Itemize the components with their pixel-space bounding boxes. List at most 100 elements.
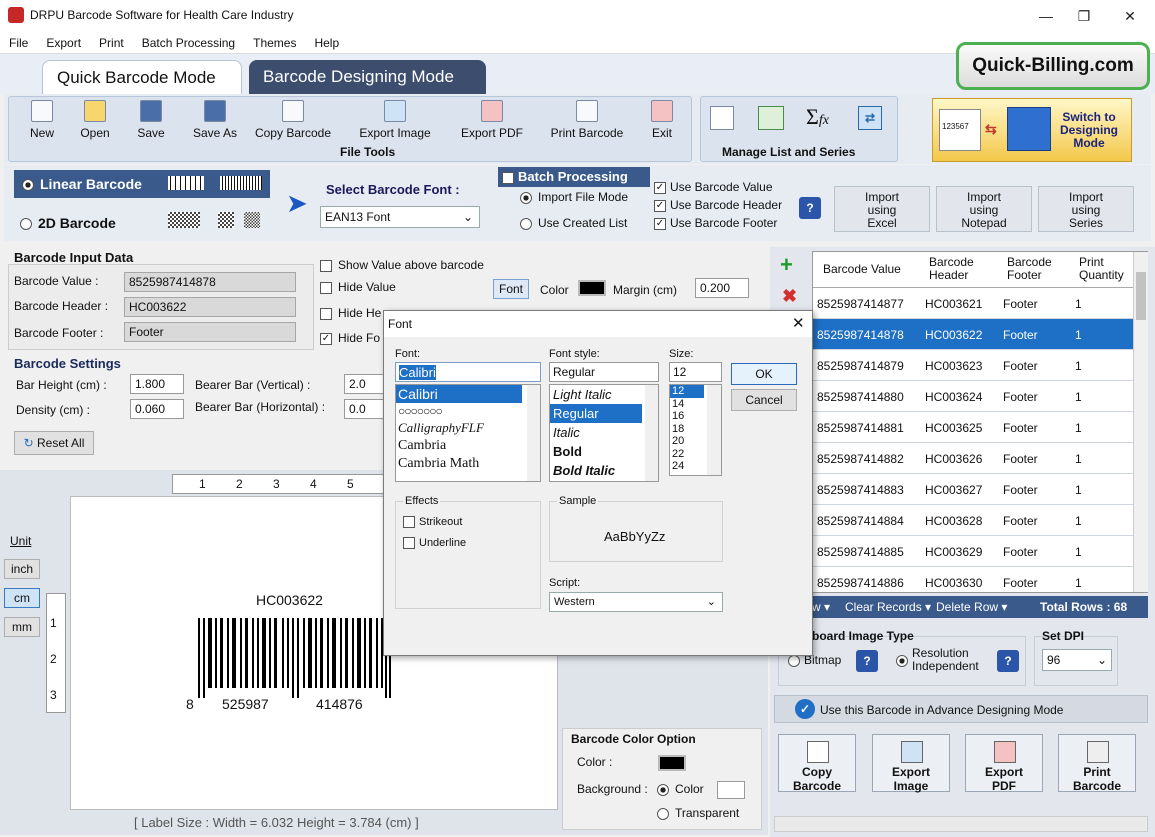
font-list-item[interactable]: Calibri	[396, 385, 522, 403]
table-row[interactable]: 8525987414883 HC003627 Footer 1	[813, 474, 1133, 505]
density-input[interactable]: 0.060	[130, 399, 184, 419]
use-created-radio[interactable]	[520, 217, 532, 230]
reset-all-button[interactable]: ↻ Reset All	[14, 431, 94, 455]
use-created-list-option[interactable]: Use Created List	[520, 216, 627, 230]
resolution-help-icon[interactable]: ?	[997, 650, 1019, 672]
size-list[interactable]: 12 14 16 18 20 22 24	[669, 384, 722, 476]
table-cell[interactable]: HC003625	[925, 421, 982, 435]
export-image-action[interactable]: Export Image	[872, 734, 950, 793]
table-cell[interactable]: Footer	[1003, 359, 1038, 373]
import-file-radio[interactable]	[520, 191, 532, 204]
2d-barcode-option[interactable]: 2D Barcode	[20, 215, 116, 231]
table-cell[interactable]: 1	[1075, 483, 1082, 497]
bg-color-radio[interactable]	[657, 783, 669, 796]
linear-radio[interactable]	[22, 179, 34, 192]
close-icon[interactable]: ✕	[1110, 2, 1150, 30]
font-list-item[interactable]: ○○○○○○○	[396, 403, 540, 419]
font-list-item[interactable]: CalligraphyFLF	[396, 419, 540, 437]
sigma-fx-icon[interactable]: Σfx	[806, 104, 829, 130]
table-cell[interactable]: HC003622	[925, 328, 982, 342]
edit-list-icon[interactable]	[710, 106, 734, 130]
unit-inch-button[interactable]: inch	[4, 559, 40, 579]
table-row[interactable]: 8525987414881 HC003625 Footer 1	[813, 412, 1133, 443]
import-file-mode-option[interactable]: Import File Mode	[520, 190, 628, 204]
table-cell[interactable]: HC003630	[925, 576, 982, 590]
menu-print[interactable]: Print	[90, 32, 133, 50]
view-dropdown[interactable]: w ▾	[812, 600, 830, 614]
grid-scrollbar[interactable]	[1133, 252, 1148, 592]
table-cell[interactable]: 8525987414878	[817, 328, 904, 342]
font-style-item[interactable]: Light Italic	[550, 385, 658, 404]
table-row[interactable]: 8525987414884 HC003628 Footer 1	[813, 505, 1133, 536]
barcode-value-field[interactable]: 8525987414878	[124, 272, 296, 292]
excel-list-icon[interactable]	[758, 106, 784, 130]
transparent-radio[interactable]	[657, 807, 669, 820]
menu-themes[interactable]: Themes	[244, 32, 305, 50]
save-button[interactable]: Save	[130, 100, 172, 140]
table-row[interactable]: 8525987414879 HC003623 Footer 1	[813, 350, 1133, 381]
font-list-item[interactable]: Cambria Math	[396, 455, 540, 473]
barcode-font-select[interactable]: EAN13 Font ⌄	[320, 206, 480, 228]
table-cell[interactable]: HC003628	[925, 514, 982, 528]
transparent-option[interactable]: Transparent	[657, 806, 739, 820]
cancel-button[interactable]: Cancel	[731, 389, 797, 411]
maximize-icon[interactable]: ❐	[1064, 2, 1104, 30]
use-barcode-header-option[interactable]: ✓ Use Barcode Header	[654, 198, 782, 212]
table-cell[interactable]: Footer	[1003, 452, 1038, 466]
bearer-vertical-input[interactable]: 2.0	[344, 374, 384, 394]
bitmap-help-icon[interactable]: ?	[856, 650, 878, 672]
menu-help[interactable]: Help	[305, 32, 348, 50]
table-cell[interactable]: HC003623	[925, 359, 982, 373]
barcode-preview[interactable]: HC003622 8 525987 414876	[176, 584, 406, 724]
table-row[interactable]: 8525987414880 HC003624 Footer 1	[813, 381, 1133, 412]
print-barcode-action[interactable]: Print Barcode	[1058, 734, 1136, 793]
use-header-checkbox[interactable]: ✓	[654, 199, 666, 212]
font-list[interactable]: Calibri ○○○○○○○ CalligraphyFLF Cambria C…	[395, 384, 541, 482]
advance-designing-row[interactable]: ✓ Use this Barcode in Advance Designing …	[774, 695, 1148, 723]
hide-value-option[interactable]: Hide Value	[320, 280, 396, 294]
bg-color-option[interactable]: Color	[657, 782, 704, 796]
font-style-list[interactable]: Light Italic Regular Italic Bold Bold It…	[549, 384, 659, 482]
hide-footer-option[interactable]: ✓ Hide Fo	[320, 331, 380, 345]
scrollbar-thumb[interactable]	[1136, 272, 1146, 320]
batch-processing-checkbox[interactable]: ✓	[502, 171, 514, 184]
font-style-scrollbar[interactable]	[645, 385, 658, 481]
table-cell[interactable]: 8525987414884	[817, 514, 904, 528]
value-color-swatch[interactable]	[578, 280, 606, 296]
size-input[interactable]: 12	[669, 362, 722, 382]
table-cell[interactable]: 1	[1075, 390, 1082, 404]
table-row[interactable]: 8525987414885 HC003629 Footer 1	[813, 536, 1133, 567]
show-value-above-checkbox[interactable]	[320, 259, 332, 272]
font-list-item[interactable]: Cambria	[396, 437, 540, 455]
margin-input[interactable]: 0.200	[695, 278, 749, 298]
open-button[interactable]: Open	[74, 100, 116, 140]
switch-designing-mode-button[interactable]: 123567 ⇆ Switch to Designing Mode	[932, 98, 1132, 162]
table-row[interactable]: 8525987414882 HC003626 Footer 1	[813, 443, 1133, 474]
table-cell[interactable]: HC003629	[925, 545, 982, 559]
add-row-icon[interactable]: +	[780, 254, 793, 276]
table-cell[interactable]: 8525987414877	[817, 297, 904, 311]
table-cell[interactable]: Footer	[1003, 545, 1038, 559]
strikeout-option[interactable]: Strikeout	[403, 516, 462, 529]
bottom-scrollbar[interactable]	[774, 816, 1148, 832]
delete-row-icon[interactable]: ✖	[782, 286, 797, 307]
table-cell[interactable]: 8525987414882	[817, 452, 904, 466]
print-barcode-button[interactable]: Print Barcode	[544, 100, 630, 140]
tab-quick-barcode-mode[interactable]: Quick Barcode Mode	[42, 60, 242, 94]
table-cell[interactable]: Footer	[1003, 390, 1038, 404]
ok-button[interactable]: OK	[731, 363, 797, 385]
batch-processing-toggle[interactable]: ✓ Batch Processing	[498, 167, 650, 187]
table-cell[interactable]: 8525987414880	[817, 390, 904, 404]
bearer-horizontal-input[interactable]: 0.0	[344, 399, 384, 419]
font-style-item[interactable]: Regular	[550, 404, 642, 423]
table-row[interactable]: 8525987414877 HC003621 Footer 1	[813, 288, 1133, 319]
import-excel-button[interactable]: Import using Excel	[834, 186, 930, 232]
dpi-select[interactable]: 96 ⌄	[1042, 649, 1112, 671]
font-style-item[interactable]: Bold	[550, 442, 658, 461]
menu-batch-processing[interactable]: Batch Processing	[133, 32, 244, 50]
export-pdf-action[interactable]: Export PDF	[965, 734, 1043, 793]
swap-arrows-icon[interactable]: ⇄	[858, 106, 882, 130]
brand-logo[interactable]: Quick-Billing.com	[956, 42, 1150, 90]
table-cell[interactable]: 1	[1075, 545, 1082, 559]
table-cell[interactable]: 1	[1075, 359, 1082, 373]
